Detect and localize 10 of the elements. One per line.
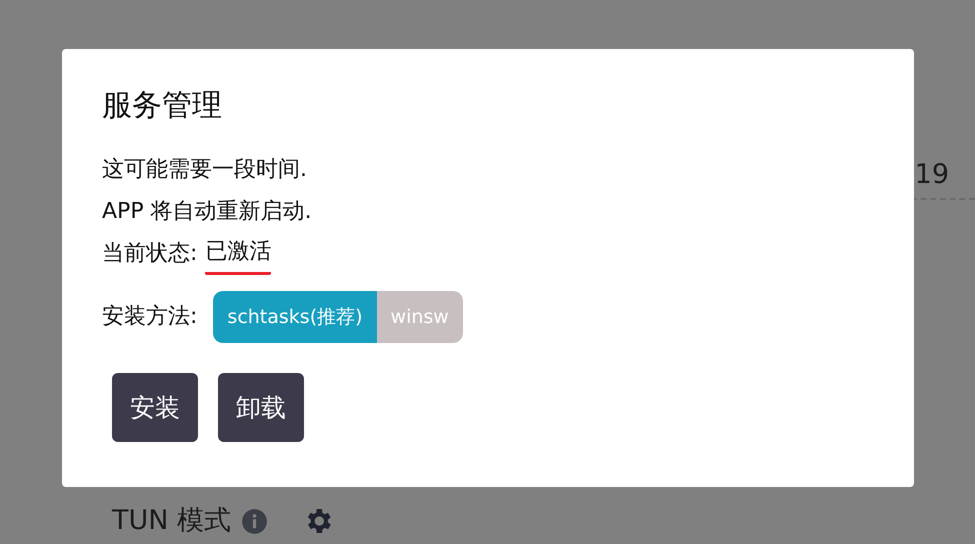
status-label: 当前状态: bbox=[102, 240, 198, 268]
method-label: 安装方法: bbox=[102, 303, 198, 331]
dialog-title: 服务管理 bbox=[102, 87, 222, 125]
info-icon[interactable] bbox=[241, 508, 268, 534]
status-text: 已激活 bbox=[205, 233, 272, 275]
action-button[interactable]: 卸载 bbox=[218, 373, 304, 442]
message-text: APP 将自动重新启动. bbox=[102, 198, 312, 226]
message-text: 这可能需要一段时间. bbox=[102, 156, 307, 184]
setting-label: TUN 模式 bbox=[112, 504, 232, 538]
action-button[interactable]: 安装 bbox=[112, 373, 198, 442]
